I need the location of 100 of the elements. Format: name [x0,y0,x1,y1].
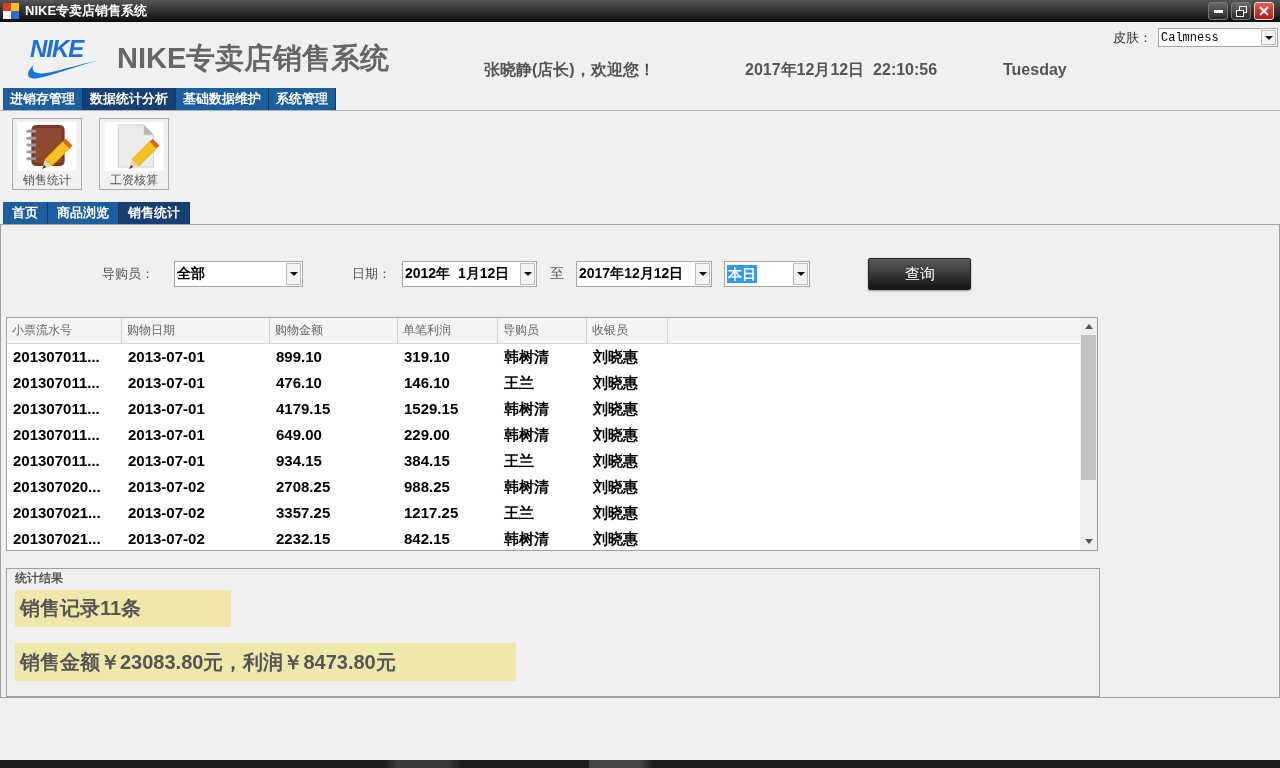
restore-button[interactable] [1231,2,1251,20]
minimize-button[interactable] [1208,2,1228,20]
minimize-icon [1213,9,1223,13]
table-cell-text: 988.25 [403,477,451,497]
caret-icon [1264,35,1273,40]
table-cell-text: 146.10 [403,373,451,393]
dropdown-arrow-button[interactable] [695,263,710,285]
menu-tab[interactable]: 系统管理 [269,88,336,110]
page-tab[interactable]: 首页 [3,202,48,224]
caret-icon [523,272,532,276]
column-header[interactable]: 导购员 [498,318,587,343]
date-picker[interactable]: 2017年12月12日 [576,261,712,287]
table-cell-text: 2232.15 [275,529,332,549]
notebook-pencil-icon [17,122,77,171]
table-cell-text: 刘晓惠 [592,503,639,523]
app-icon [3,3,19,19]
page-tab[interactable]: 商品浏览 [48,202,119,224]
skin-dropdown[interactable]: Calmness [1158,28,1278,47]
table-cell-text: 刘晓惠 [592,347,639,367]
table-cell-text: 201307011... [12,399,101,419]
menu-tab[interactable]: 进销存管理 [3,88,83,110]
restore-icon [1235,5,1247,17]
weekday-text: Tuesday [1003,60,1068,80]
toolbar-button[interactable]: 销售统计 [12,118,82,190]
date-label: 日期： [352,265,392,283]
app-title: NIKE专卖店销售系统 [117,41,391,76]
table-cell-text: 韩树清 [503,425,550,445]
salesperson-label: 导购员： [102,265,155,283]
table-cell-text: 934.15 [275,451,323,471]
table-cell-text: 2013-07-02 [127,503,206,523]
stats-text: 销售金额￥23083.80元，利润￥8473.80元 [15,643,516,681]
stats-text: 销售记录11条 [15,590,232,627]
period-value: 本日 [727,265,757,283]
table-cell-text: 2013-07-01 [127,373,206,393]
stats-title: 统计结果 [15,570,63,586]
table-cell-text: 2013-07-02 [127,529,206,549]
table-cell-text: 2708.25 [275,477,332,497]
table-cell-text: 319.10 [403,347,451,367]
dropdown-arrow-button[interactable] [793,263,808,285]
column-header[interactable]: 收银员 [587,318,668,343]
welcome-text: 张晓静(店长)，欢迎您！ [484,60,656,80]
toolbar-button[interactable]: 工资核算 [99,118,169,190]
table-cell-text: 韩树清 [503,399,550,419]
table-cell-text: 韩树清 [503,477,550,497]
table-cell-text: 201307021... [12,529,102,549]
query-button[interactable]: 查询 [868,258,971,290]
down-arrow-icon [1084,539,1093,544]
salesperson-dropdown[interactable]: 全部 [174,261,303,287]
to-label: 至 [550,265,565,283]
scrollbar-thumb[interactable] [1081,335,1096,480]
skin-label: 皮肤： [1113,28,1152,47]
logo-wordmark: NIKE [30,38,84,60]
table-cell-text: 王兰 [503,373,535,393]
table-cell-text: 201307011... [12,347,101,367]
column-header[interactable]: 单笔利润 [398,318,498,343]
table-cell-text: 201307011... [12,451,101,471]
close-button[interactable] [1254,2,1274,20]
close-icon [1259,6,1269,16]
table-cell-text: 842.15 [403,529,451,549]
table-cell-text: 899.10 [275,347,323,367]
dropdown-arrow-button[interactable] [1261,30,1276,45]
menu-tab[interactable]: 基础数据维护 [176,88,269,110]
dropdown-arrow-button[interactable] [520,263,535,285]
scrollbar[interactable] [1080,318,1097,550]
caret-icon [796,272,805,276]
table-cell-text: 2013-07-01 [127,399,206,419]
page-tab[interactable]: 销售统计 [119,202,190,224]
table-cell-text: 476.10 [275,373,323,393]
column-header[interactable]: 购物日期 [122,318,270,343]
document-pencil-icon [104,122,164,171]
table-cell-text: 2013-07-01 [127,425,206,445]
table-cell-text: 201307011... [12,425,101,445]
table-cell-text: 201307011... [12,373,101,393]
table-cell-text: 3357.25 [275,503,332,523]
date-picker[interactable]: 2012年 1月12日 [402,261,537,287]
up-arrow-icon [1084,324,1093,329]
table-cell-text: 王兰 [503,503,535,523]
date-time-text: 2017年12月12日 22:10:56 [745,60,939,80]
column-header[interactable]: 购物金额 [270,318,398,343]
table-cell-text: 1217.25 [403,503,460,523]
table-cell-text: 刘晓惠 [592,373,639,393]
table-cell-text: 韩树清 [503,347,550,367]
table-cell-text: 王兰 [503,451,535,471]
table-cell-text: 刘晓惠 [592,399,639,419]
menu-tab[interactable]: 数据统计分析 [83,88,176,110]
caret-icon [289,272,298,276]
table-cell-text: 201307020... [12,477,102,497]
table-cell-text: 刘晓惠 [592,477,639,497]
table-cell-text: 2013-07-01 [127,451,206,471]
caret-icon [698,272,707,276]
table-cell-text: 201307021... [12,503,102,523]
column-header[interactable]: 小票流水号 [7,318,122,343]
dropdown-arrow-button[interactable] [286,263,301,285]
window-title: NIKE专卖店销售系统 [25,2,148,20]
table-cell-text: 2013-07-02 [127,477,206,497]
table-cell-text: 4179.15 [275,399,332,419]
table-cell-text: 刘晓惠 [592,529,639,549]
table-cell-text: 2013-07-01 [127,347,206,367]
table-cell-text: 韩树清 [503,529,550,549]
table-cell-text: 刘晓惠 [592,451,639,471]
